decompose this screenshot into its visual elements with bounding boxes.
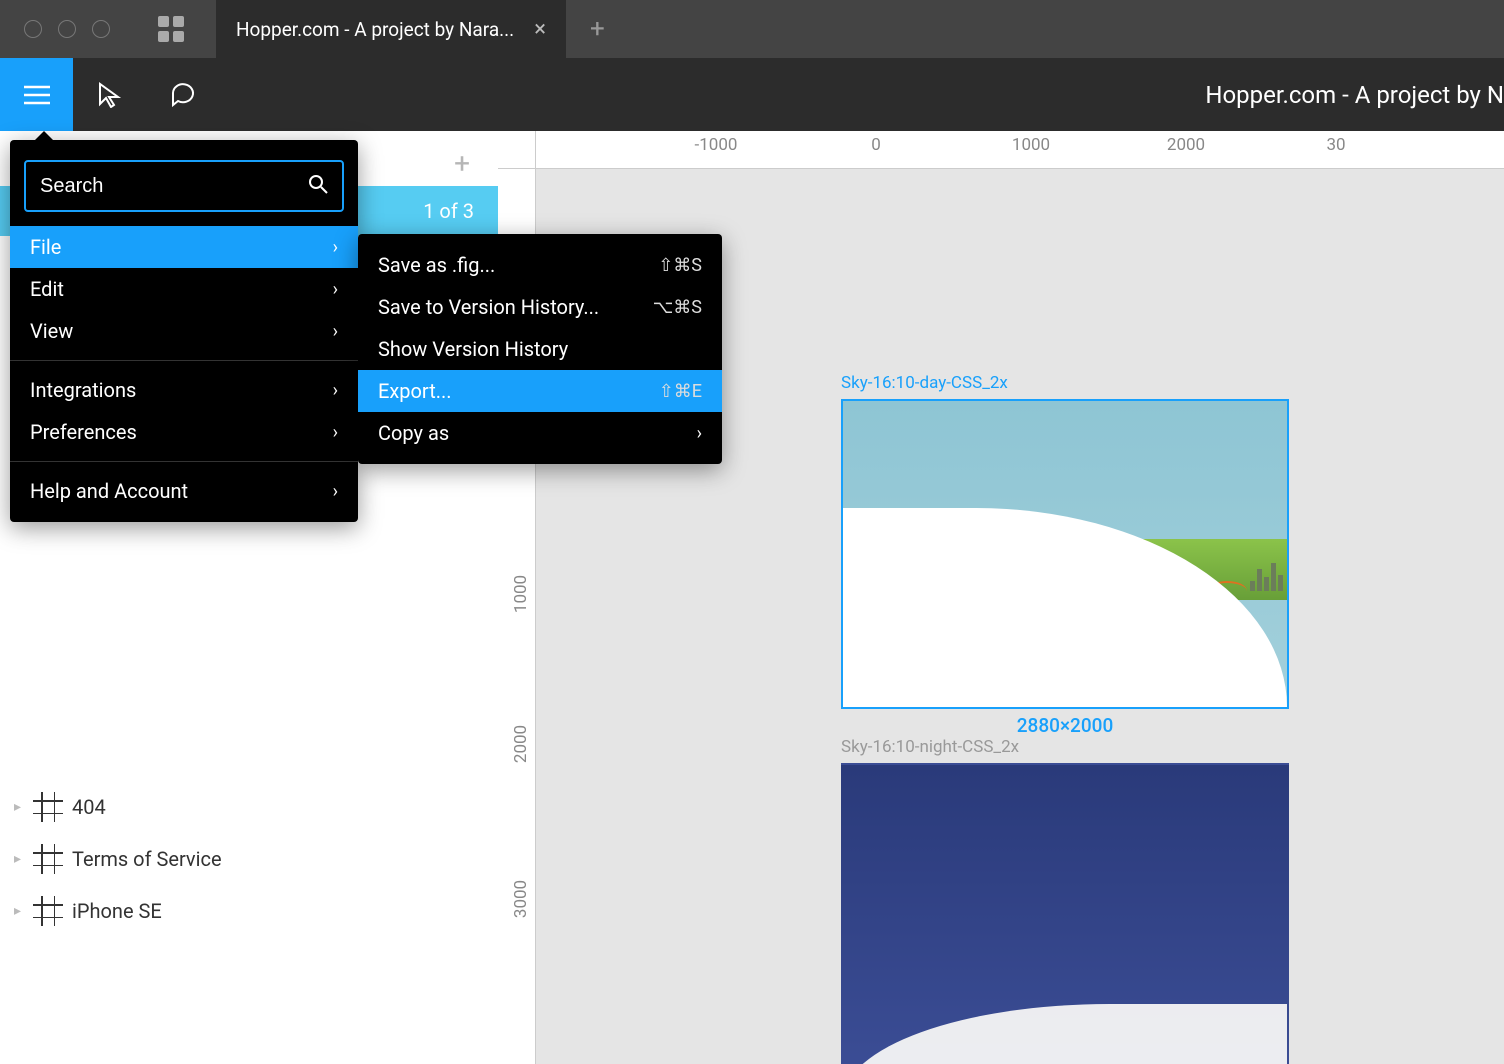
menu-item-edit[interactable]: Edit › (10, 268, 358, 310)
submenu-item-copy-as[interactable]: Copy as › (358, 412, 722, 454)
window-controls (0, 20, 134, 38)
menu-item-label: Integrations (30, 378, 136, 402)
menu-separator (10, 360, 358, 361)
ruler-tick: 1000 (511, 575, 531, 613)
menu-search-wrap (10, 150, 358, 226)
window-tabbar: Hopper.com - A project by Nara... × + (0, 0, 1504, 58)
comment-icon (169, 81, 197, 109)
chevron-right-icon: › (333, 481, 338, 502)
ruler-tick: 2000 (1167, 135, 1205, 155)
frame-icon (36, 795, 60, 819)
chevron-right-icon[interactable]: ▸ (14, 851, 24, 867)
frame-sky-day[interactable]: Sky-16:10-day-CSS_2x 2880×2000 (841, 399, 1289, 709)
submenu-item-export[interactable]: Export... ⇧⌘E (358, 370, 722, 412)
page-indicator-label: 1 of 3 (423, 199, 474, 223)
close-window-icon[interactable] (24, 20, 42, 38)
menu-item-label: Edit (30, 277, 64, 301)
main-menu-dropdown: File › Edit › View › Integrations › Pref… (10, 140, 358, 522)
frame-content (841, 399, 1289, 709)
chevron-right-icon[interactable]: ▸ (14, 903, 24, 919)
menu-search-input[interactable] (24, 160, 344, 212)
ruler-tick: 30 (1326, 135, 1345, 155)
frame-icon (36, 899, 60, 923)
frame-label[interactable]: Sky-16:10-night-CSS_2x (841, 737, 1019, 757)
submenu-item-label: Save as .fig... (378, 253, 495, 277)
keyboard-shortcut: ⇧⌘E (659, 381, 702, 402)
menu-item-help[interactable]: Help and Account › (10, 470, 358, 512)
minimize-window-icon[interactable] (58, 20, 76, 38)
file-submenu: Save as .fig... ⇧⌘S Save to Version Hist… (358, 234, 722, 464)
menu-item-label: File (30, 235, 61, 259)
layers-list: ▸ 404 ▸ Terms of Service ▸ iPhone SE (0, 781, 498, 1064)
submenu-item-label: Copy as (378, 421, 449, 445)
frame-icon (36, 847, 60, 871)
keyboard-shortcut: ⌥⌘S (653, 297, 702, 318)
chevron-right-icon: › (333, 237, 338, 258)
ruler-tick: -1000 (695, 135, 738, 155)
submenu-item-show-version[interactable]: Show Version History (358, 328, 722, 370)
home-grid-icon[interactable] (158, 16, 184, 42)
layer-label: Terms of Service (72, 847, 222, 871)
ruler-corner (498, 131, 536, 169)
layer-label: 404 (72, 795, 106, 819)
document-tab[interactable]: Hopper.com - A project by Nara... × (216, 0, 566, 58)
layer-item[interactable]: ▸ iPhone SE (0, 885, 498, 937)
main-menu-button[interactable] (0, 58, 73, 131)
menu-item-label: Help and Account (30, 479, 188, 503)
ruler-tick: 3000 (511, 880, 531, 918)
chevron-right-icon: › (333, 422, 338, 443)
chevron-right-icon: › (697, 423, 702, 444)
ruler-tick: 0 (871, 135, 881, 155)
chevron-right-icon: › (333, 321, 338, 342)
frame-content (841, 763, 1289, 1064)
add-page-button[interactable]: + (454, 147, 470, 180)
move-tool-button[interactable] (73, 58, 146, 131)
keyboard-shortcut: ⇧⌘S (658, 255, 702, 276)
chevron-right-icon: › (333, 279, 338, 300)
chevron-right-icon: › (333, 380, 338, 401)
hamburger-icon (24, 85, 50, 105)
menu-item-preferences[interactable]: Preferences › (10, 411, 358, 453)
submenu-item-label: Save to Version History... (378, 295, 599, 319)
menu-separator (10, 461, 358, 462)
clouds-illustration (843, 508, 1287, 707)
menu-item-integrations[interactable]: Integrations › (10, 369, 358, 411)
chevron-right-icon[interactable]: ▸ (14, 799, 24, 815)
comment-tool-button[interactable] (146, 58, 219, 131)
ruler-tick: 2000 (511, 725, 531, 763)
new-tab-button[interactable]: + (566, 14, 629, 44)
toolbar: Hopper.com - A project by N (0, 58, 1504, 131)
submenu-item-save-fig[interactable]: Save as .fig... ⇧⌘S (358, 244, 722, 286)
submenu-item-save-version[interactable]: Save to Version History... ⌥⌘S (358, 286, 722, 328)
search-icon (308, 174, 328, 194)
frame-dimensions: 2880×2000 (1017, 714, 1114, 737)
frame-label[interactable]: Sky-16:10-day-CSS_2x (841, 373, 1008, 393)
layer-item[interactable]: ▸ Terms of Service (0, 833, 498, 885)
document-tab-title: Hopper.com - A project by Nara... (236, 18, 514, 41)
menu-item-file[interactable]: File › (10, 226, 358, 268)
menu-item-label: View (30, 319, 73, 343)
close-tab-icon[interactable]: × (534, 17, 546, 42)
submenu-item-label: Show Version History (378, 337, 568, 361)
city-illustration (1250, 563, 1283, 591)
layer-item[interactable]: ▸ 404 (0, 781, 498, 833)
maximize-window-icon[interactable] (92, 20, 110, 38)
layer-label: iPhone SE (72, 899, 162, 923)
document-title: Hopper.com - A project by N (1205, 81, 1504, 109)
menu-item-view[interactable]: View › (10, 310, 358, 352)
clouds-illustration (843, 1004, 1287, 1064)
cursor-icon (98, 82, 122, 108)
ruler-horizontal: -1000 0 1000 2000 30 (536, 131, 1504, 169)
frame-sky-night[interactable]: Sky-16:10-night-CSS_2x (841, 763, 1289, 1064)
submenu-item-label: Export... (378, 379, 452, 403)
ruler-tick: 1000 (1012, 135, 1050, 155)
menu-item-label: Preferences (30, 420, 137, 444)
